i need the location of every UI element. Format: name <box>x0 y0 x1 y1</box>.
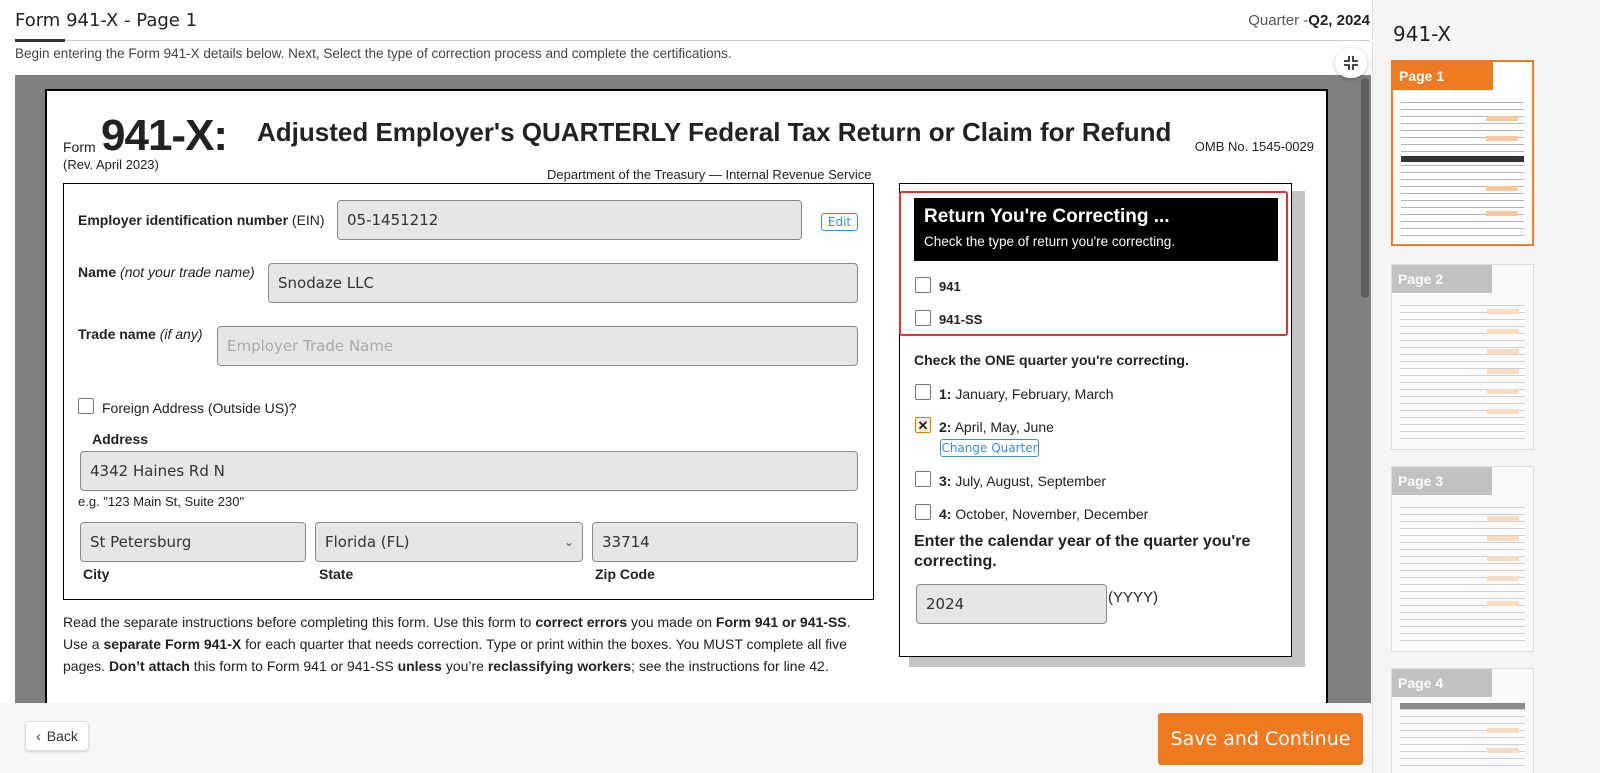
address-field[interactable]: 4342 Haines Rd N <box>80 451 858 491</box>
trade-name-label: Trade name (if any) <box>78 326 203 342</box>
collapse-arrows-icon <box>1344 56 1358 70</box>
save-and-continue-button[interactable]: Save and Continue <box>1158 713 1363 765</box>
ein-label: Employer identification number (EIN) <box>78 212 325 228</box>
state-select-value: Florida (FL) <box>325 533 410 551</box>
address-label: Address <box>92 431 149 447</box>
zip-field[interactable]: 33714 <box>592 522 858 562</box>
sidebar-title: 941-X <box>1393 22 1452 46</box>
collapse-icon[interactable] <box>1335 48 1367 78</box>
form-instructions: Read the separate instructions before co… <box>63 614 851 674</box>
header-divider <box>15 40 1370 41</box>
thumbnail-lines <box>1400 703 1525 771</box>
zip-label: Zip Code <box>595 566 655 582</box>
app: Form 941-X - Page 1 Quarter -Q2, 2024 Be… <box>0 0 1600 773</box>
thumbnail-page-3[interactable]: Page 3 <box>1391 466 1534 652</box>
form-word: Form <box>63 139 96 155</box>
quarter-1-label: 1: January, February, March <box>939 386 1114 402</box>
page-subtitle: Begin entering the Form 941-X details be… <box>15 46 732 61</box>
form-number: 941-X: <box>101 111 228 160</box>
quarter-value: Q2, 2024 <box>1308 12 1370 29</box>
quarter-4-label: 4: October, November, December <box>939 506 1149 522</box>
quarter-4-checkbox[interactable] <box>915 504 931 520</box>
quarter-2-label: 2: April, May, June <box>939 419 1054 435</box>
highlight-box <box>899 191 1288 336</box>
city-label: City <box>83 566 110 582</box>
year-label: Enter the calendar year of the quarter y… <box>914 533 1251 570</box>
name-label: Name (not your trade name) <box>78 264 255 280</box>
city-field[interactable]: St Petersburg <box>80 522 306 562</box>
quarter-1-checkbox[interactable] <box>915 384 931 400</box>
thumbnail-page-1-label: Page 1 <box>1393 62 1493 90</box>
chevron-down-icon: ⌄ <box>563 535 574 549</box>
form-viewer: Form 941-X: (Rev. April 2023) Adjusted E… <box>15 75 1371 703</box>
form-revision: (Rev. April 2023) <box>63 157 159 172</box>
form-page: Form 941-X: (Rev. April 2023) Adjusted E… <box>45 89 1328 703</box>
viewer-scrollbar[interactable] <box>1361 78 1369 298</box>
thumbnail-lines <box>1400 501 1525 645</box>
year-field[interactable]: 2024 <box>916 584 1107 624</box>
foreign-address-label: Foreign Address (Outside US)? <box>102 400 297 416</box>
thumbnail-page-2-label: Page 2 <box>1392 265 1492 293</box>
omb-number: OMB No. 1545-0029 <box>1194 139 1314 154</box>
thumbnail-page-4[interactable]: Page 4 <box>1391 668 1534 773</box>
quarter-3-label: 3: July, August, September <box>939 473 1107 489</box>
quarter-2-checkbox[interactable]: ✕ <box>915 417 931 433</box>
thumbnail-page-3-label: Page 3 <box>1392 467 1492 495</box>
state-select[interactable]: Florida (FL) ⌄ <box>315 522 583 562</box>
quarter-prefix: Quarter - <box>1248 12 1309 29</box>
employer-info-box: Employer identification number (EIN) 05-… <box>63 183 874 600</box>
footer-bar: ‹ Back Save and Continue <box>0 703 1372 773</box>
header-divider-accent <box>15 39 65 42</box>
department-line: Department of the Treasury — Internal Re… <box>547 167 872 182</box>
change-quarter-button[interactable]: Change Quarter <box>940 439 1039 457</box>
foreign-address-checkbox[interactable] <box>78 398 94 414</box>
thumbnail-page-2[interactable]: Page 2 <box>1391 264 1534 450</box>
page-thumbnails-sidebar: 941-X Page 1 Page 2 Page 3 Page 4 <box>1372 0 1600 773</box>
name-field[interactable]: Snodaze LLC <box>268 263 858 303</box>
thumbnail-page-1[interactable]: Page 1 <box>1391 60 1534 246</box>
thumbnail-lines <box>1400 299 1525 443</box>
back-button[interactable]: ‹ Back <box>25 721 89 751</box>
state-label: State <box>319 566 354 582</box>
address-example: e.g. "123 Main St, Suite 230" <box>78 494 245 509</box>
thumbnail-lines <box>1401 96 1524 238</box>
quarter-3-checkbox[interactable] <box>915 471 931 487</box>
ein-field[interactable]: 05-1451212 <box>337 200 802 240</box>
form-title: Adjusted Employer's QUARTERLY Federal Ta… <box>257 117 1172 147</box>
back-button-label: Back <box>46 728 78 744</box>
page-title: Form 941-X - Page 1 <box>15 10 198 31</box>
quarter-indicator: Quarter -Q2, 2024 <box>1248 12 1370 29</box>
year-format-hint: (YYYY) <box>1108 589 1159 606</box>
thumbnail-page-4-label: Page 4 <box>1392 669 1492 697</box>
trade-name-field[interactable]: Employer Trade Name <box>217 326 858 366</box>
chevron-left-icon: ‹ <box>36 728 41 744</box>
quarter-heading: Check the ONE quarter you're correcting. <box>914 352 1189 368</box>
edit-ein-button[interactable]: Edit <box>821 213 858 231</box>
